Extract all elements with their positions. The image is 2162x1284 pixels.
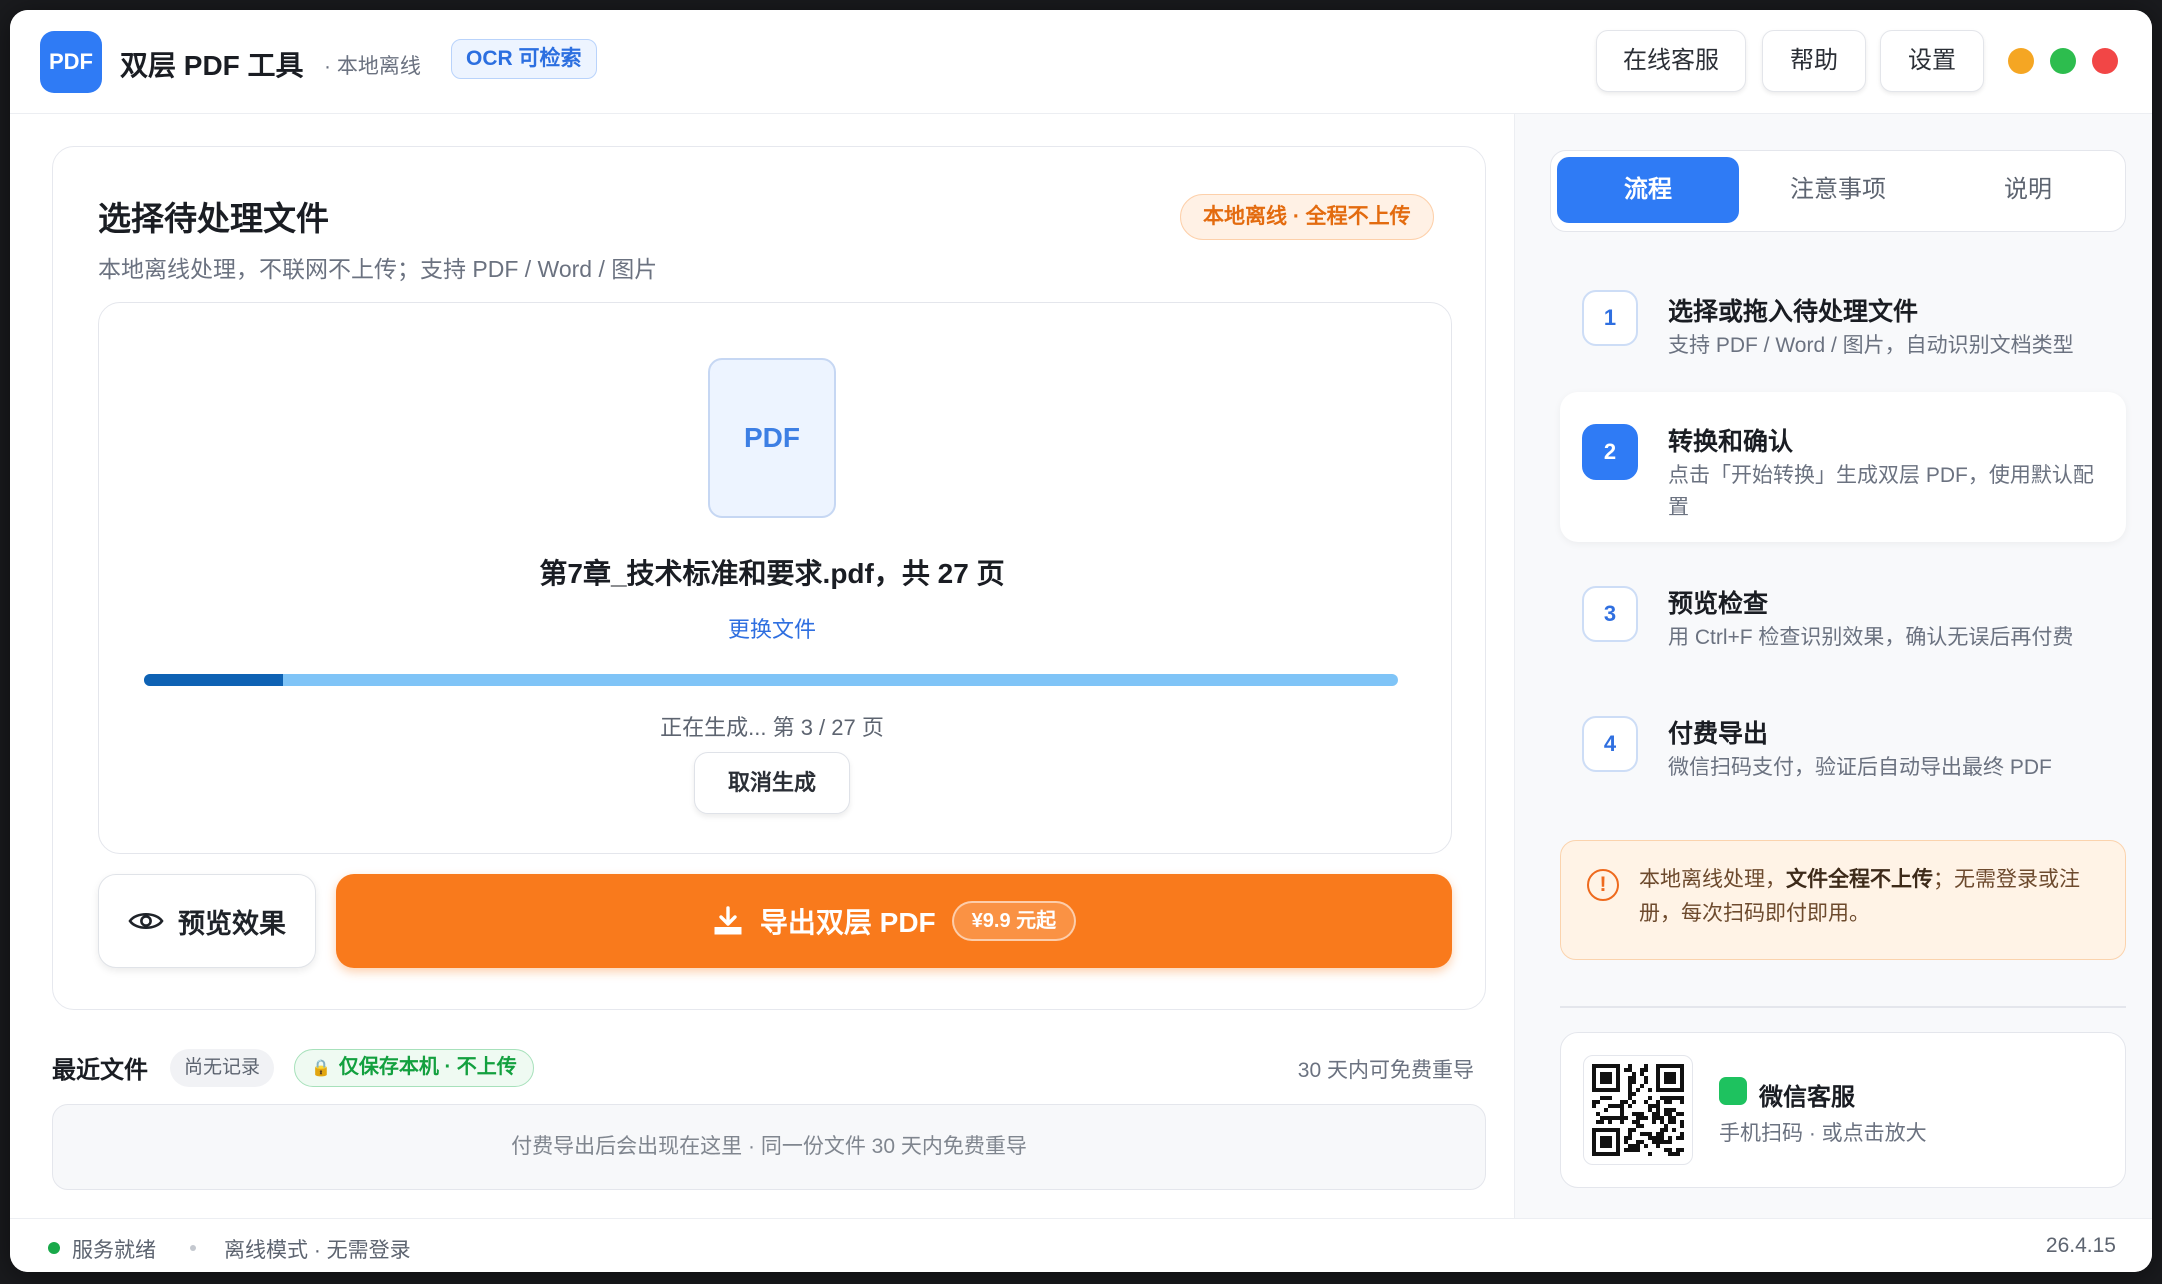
section-title: 选择待处理文件 — [98, 200, 329, 237]
maximize-button[interactable] — [2050, 48, 2076, 74]
version-label: 26.4.15 — [2045, 1234, 2116, 1257]
tab-process[interactable]: 流程 — [1557, 157, 1739, 223]
cancel-button[interactable]: 取消生成 — [694, 752, 850, 814]
privacy-notice: ! 本地离线处理，文件全程不上传；无需登录或注册，每次扫码即付即用。 — [1560, 840, 2126, 960]
step-desc: 微信扫码支付，验证后自动导出最终 PDF — [1668, 756, 2052, 779]
export-button[interactable]: 导出双层 PDF ¥9.9 元起 — [336, 874, 1452, 968]
file-name: 第7章_技术标准和要求.pdf，共 27 页 — [539, 558, 1005, 589]
step-number: 3 — [1582, 586, 1638, 642]
no-record-badge: 尚无记录 — [170, 1049, 275, 1087]
ocr-badge: OCR 可检索 — [451, 39, 597, 79]
close-button[interactable] — [2092, 48, 2118, 74]
step-desc: 用 Ctrl+F 检查识别效果，确认无误后再付费 — [1668, 626, 2074, 649]
app-logo: PDF — [40, 31, 102, 93]
online-support-button[interactable]: 在线客服 — [1596, 30, 1746, 92]
eye-icon — [128, 912, 164, 930]
app-window: PDF 双层 PDF 工具 · 本地离线 OCR 可检索 在线客服 帮助 设置 … — [10, 10, 2152, 1272]
redo-note: 30 天内可免费重导 — [1297, 1059, 1474, 1082]
status-dot — [48, 1242, 60, 1254]
status-separator — [190, 1245, 196, 1251]
guide-tabs: 流程 注意事项 说明 — [1550, 150, 2126, 232]
settings-button[interactable]: 设置 — [1880, 30, 1984, 92]
status-ready: 服务就绪 — [72, 1239, 156, 1262]
step-1: 1 选择或拖入待处理文件 支持 PDF / Word / 图片，自动识别文档类型 — [1560, 266, 2126, 376]
step-desc: 点击「开始转换」生成双层 PDF，使用默认配置 — [1668, 464, 2094, 519]
step-title: 选择或拖入待处理文件 — [1668, 298, 1919, 326]
sidebar-divider — [1560, 1006, 2126, 1008]
wechat-icon — [1719, 1077, 1747, 1105]
alert-icon: ! — [1587, 869, 1619, 901]
tab-instructions[interactable]: 说明 — [1937, 157, 2119, 223]
step-number: 2 — [1582, 424, 1638, 480]
change-file-link[interactable]: 更换文件 — [710, 612, 834, 644]
recent-files-title: 最近文件 — [52, 1057, 148, 1084]
status-bar: 服务就绪 离线模式 · 无需登录 26.4.15 — [10, 1218, 2152, 1272]
step-4: 4 付费导出 微信扫码支付，验证后自动导出最终 PDF — [1560, 696, 2126, 806]
lock-icon: 🔒 — [311, 1060, 331, 1077]
progress-text: 正在生成... 第 3 / 27 页 — [660, 715, 884, 740]
step-3: 3 预览检查 用 Ctrl+F 检查识别效果，确认无误后再付费 — [1560, 566, 2126, 676]
qr-code-icon — [1592, 1064, 1684, 1156]
step-number: 1 — [1582, 290, 1638, 346]
notice-pre: 本地离线处理， — [1639, 868, 1786, 891]
step-title: 转换和确认 — [1668, 428, 1794, 456]
tab-notes[interactable]: 注意事项 — [1747, 157, 1929, 223]
offline-badge: 本地离线 · 全程不上传 — [1180, 194, 1434, 240]
title-bar: PDF 双层 PDF 工具 · 本地离线 OCR 可检索 在线客服 帮助 设置 — [10, 10, 2152, 114]
step-2: 2 转换和确认 点击「开始转换」生成双层 PDF，使用默认配置 — [1560, 392, 2126, 542]
notice-bold: 文件全程不上传 — [1786, 868, 1933, 891]
wechat-subtitle: 手机扫码 · 或点击放大 — [1719, 1122, 1927, 1145]
wechat-support-card[interactable]: 微信客服 手机扫码 · 或点击放大 — [1560, 1032, 2126, 1188]
step-title: 预览检查 — [1668, 590, 1769, 618]
help-button[interactable]: 帮助 — [1762, 30, 1866, 92]
pdf-file-icon: PDF — [708, 358, 836, 518]
recent-files-empty: 付费导出后会出现在这里 · 同一份文件 30 天内免费重导 — [52, 1104, 1486, 1190]
notice-text: 本地离线处理，文件全程不上传；无需登录或注册，每次扫码即付即用。 — [1639, 863, 2109, 931]
step-number: 4 — [1582, 716, 1638, 772]
step-desc: 支持 PDF / Word / 图片，自动识别文档类型 — [1668, 334, 2074, 357]
local-only-label: 仅保存本机 · 不上传 — [338, 1056, 517, 1078]
qr-code[interactable] — [1583, 1055, 1693, 1165]
progress-bar — [144, 674, 1398, 686]
download-icon — [714, 906, 742, 935]
preview-button[interactable]: 预览效果 — [98, 874, 316, 968]
preview-label: 预览效果 — [178, 908, 286, 939]
step-title: 付费导出 — [1668, 720, 1769, 748]
minimize-button[interactable] — [2008, 48, 2034, 74]
price-badge: ¥9.9 元起 — [951, 901, 1077, 941]
wechat-title: 微信客服 — [1759, 1084, 1855, 1111]
app-title: 双层 PDF 工具 — [120, 50, 304, 81]
progress-fill — [144, 674, 284, 686]
app-subtitle: · 本地离线 — [324, 55, 421, 78]
local-only-badge: 🔒 仅保存本机 · 不上传 — [294, 1049, 534, 1087]
export-label: 导出双层 PDF — [759, 907, 936, 938]
status-mode: 离线模式 · 无需登录 — [224, 1239, 411, 1262]
section-subtitle: 本地离线处理，不联网不上传；支持 PDF / Word / 图片 — [98, 256, 658, 282]
